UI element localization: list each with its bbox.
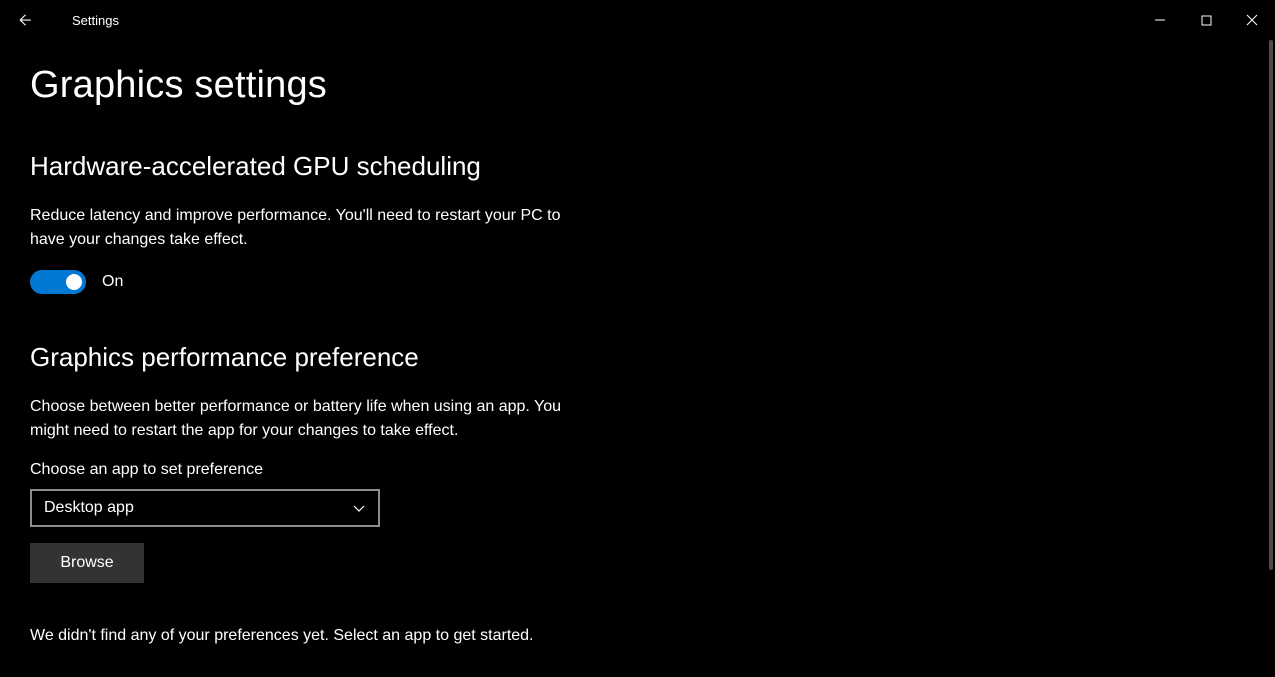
arrow-left-icon (15, 11, 33, 29)
empty-preferences-message: We didn't find any of your preferences y… (30, 627, 1245, 645)
gpu-scheduling-toggle[interactable] (30, 270, 86, 294)
app-type-dropdown[interactable]: Desktop app (30, 489, 380, 527)
perf-pref-heading: Graphics performance preference (30, 342, 1245, 373)
gpu-scheduling-description: Reduce latency and improve performance. … (30, 204, 590, 252)
window-controls (1137, 4, 1275, 36)
close-button[interactable] (1229, 4, 1275, 36)
browse-button[interactable]: Browse (30, 543, 144, 583)
dropdown-selected-value: Desktop app (44, 499, 134, 517)
close-icon (1246, 14, 1258, 26)
toggle-knob (66, 274, 82, 290)
gpu-scheduling-heading: Hardware-accelerated GPU scheduling (30, 151, 1245, 182)
perf-pref-description: Choose between better performance or bat… (30, 395, 590, 443)
maximize-icon (1201, 15, 1212, 26)
gpu-scheduling-toggle-label: On (102, 273, 123, 291)
scrollbar[interactable] (1269, 40, 1273, 667)
app-type-label: Choose an app to set preference (30, 461, 1245, 479)
chevron-down-icon (352, 501, 366, 515)
page-title: Graphics settings (30, 64, 1245, 107)
back-button[interactable] (8, 4, 40, 36)
app-title: Settings (72, 13, 119, 28)
maximize-button[interactable] (1183, 4, 1229, 36)
content-area: Graphics settings Hardware-accelerated G… (0, 40, 1275, 677)
minimize-icon (1154, 14, 1166, 26)
minimize-button[interactable] (1137, 4, 1183, 36)
titlebar: Settings (0, 0, 1275, 40)
scrollbar-thumb[interactable] (1269, 40, 1273, 570)
